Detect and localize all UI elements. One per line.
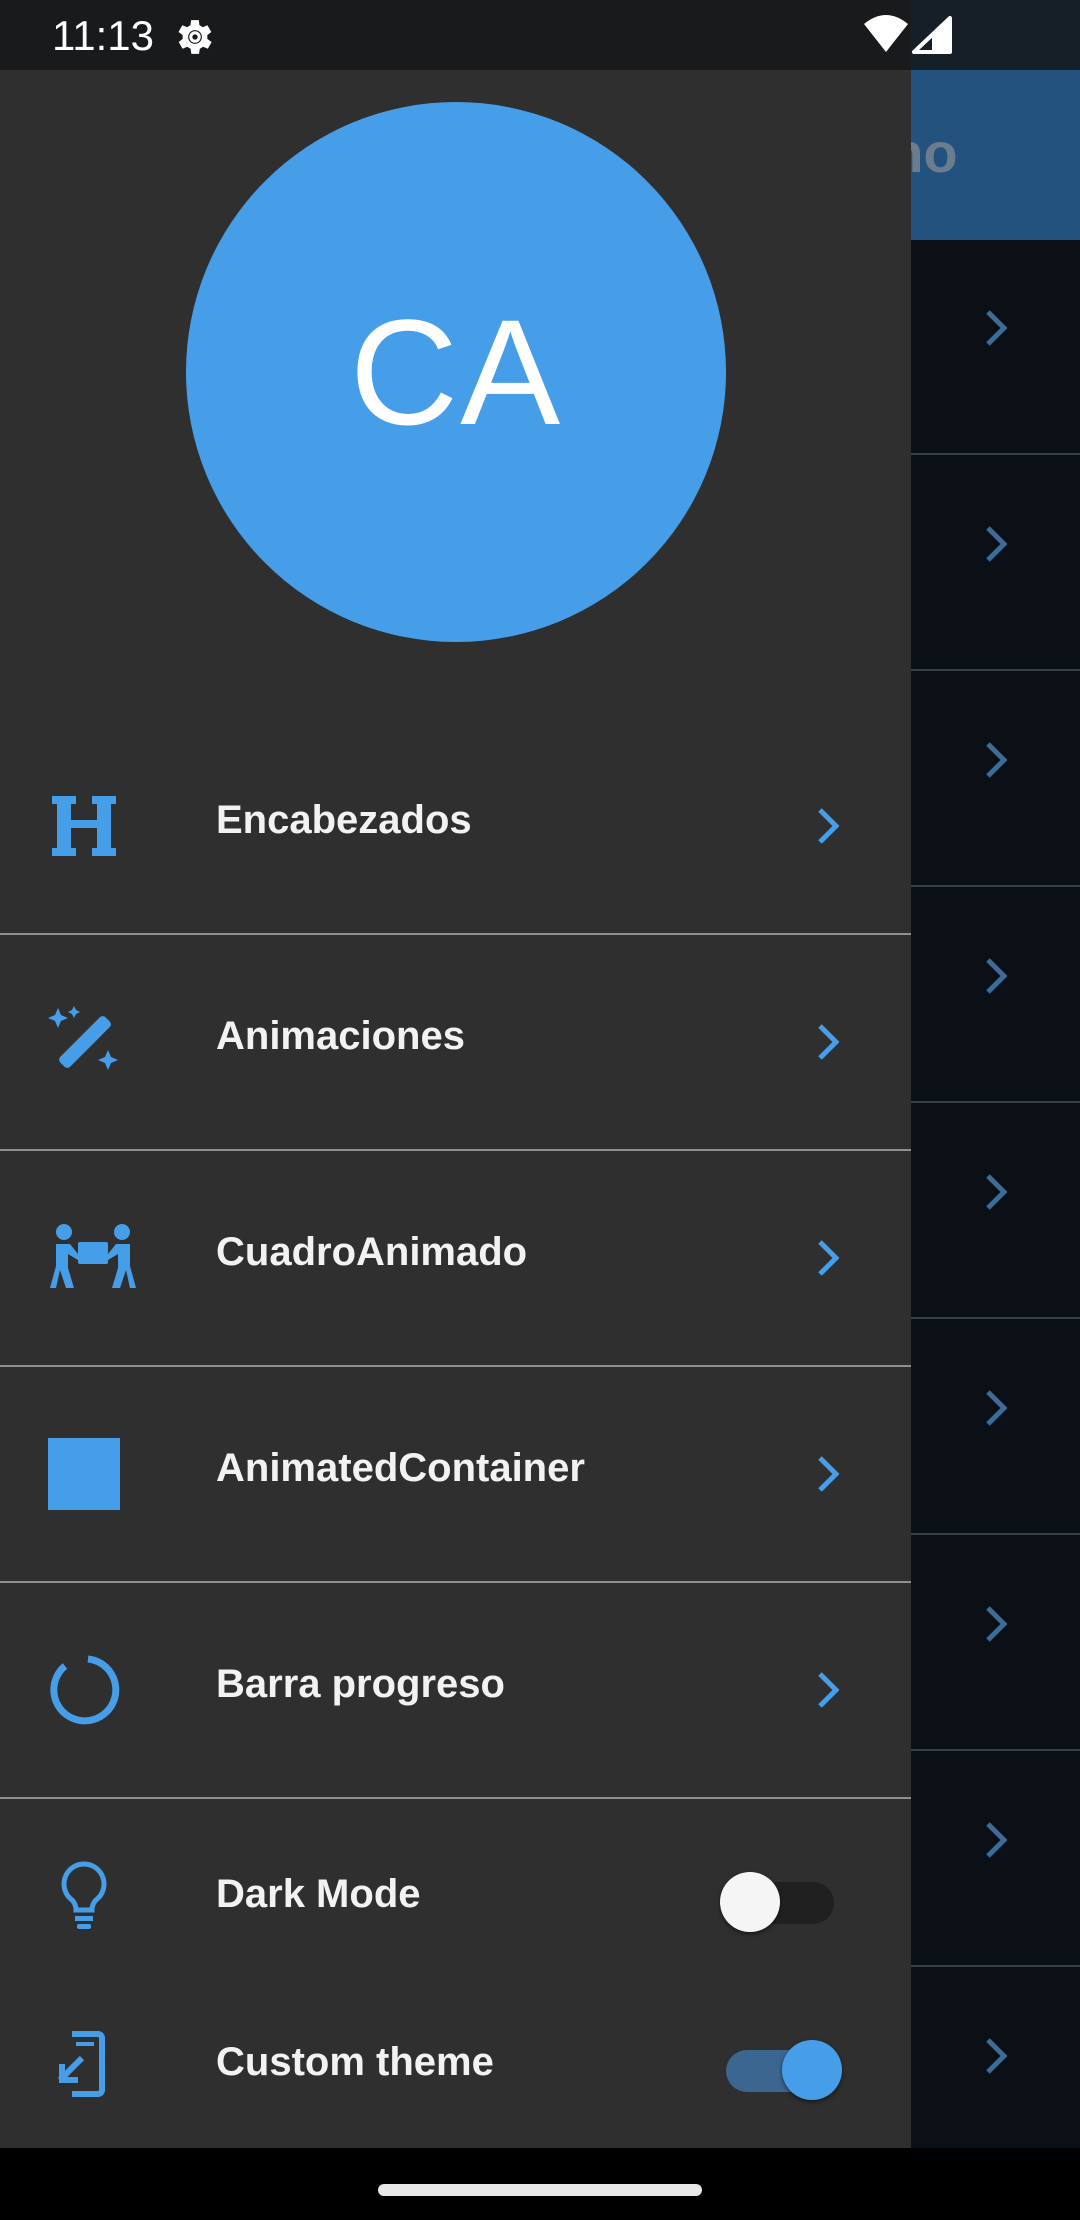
- switch-thumb: [720, 1872, 780, 1932]
- heading-icon: [52, 796, 116, 856]
- switch-thumb: [782, 2040, 842, 2100]
- chevron-right-icon: [818, 1672, 840, 1708]
- people-carry-box-icon: [50, 1224, 136, 1288]
- toggle-row-dark-mode: Dark Mode: [0, 1826, 911, 1966]
- chevron-right-icon: [986, 310, 1008, 346]
- menu-item-label: CuadroAnimado: [216, 1230, 528, 1274]
- chevron-right-icon: [986, 742, 1008, 778]
- chevron-right-icon: [818, 1240, 840, 1276]
- chevron-right-icon: [986, 2038, 1008, 2074]
- avatar-initials: CA: [349, 287, 563, 456]
- dark-mode-switch[interactable]: [720, 1868, 840, 1932]
- magic-wand-icon: [48, 1006, 120, 1070]
- menu-item-label: Barra progreso: [216, 1662, 505, 1706]
- navigation-drawer: CA Encabezados Animaciones CuadroAnimado: [0, 0, 911, 2148]
- menu-item-animatedcontainer[interactable]: AnimatedContainer: [0, 1368, 911, 1583]
- lightbulb-icon: [61, 1861, 107, 1929]
- phone-login-icon: [57, 2031, 105, 2097]
- chevron-right-icon: [818, 1024, 840, 1060]
- custom-theme-switch[interactable]: [720, 2036, 842, 2100]
- chevron-right-icon: [986, 526, 1008, 562]
- menu-item-encabezados[interactable]: Encabezados: [0, 720, 911, 935]
- toggle-row-custom-theme: Custom theme: [0, 1994, 911, 2134]
- menu-item-label: Encabezados: [216, 798, 472, 842]
- menu-item-cuadroanimado[interactable]: CuadroAnimado: [0, 1152, 911, 1367]
- toggle-label: Dark Mode: [216, 1872, 421, 1916]
- chevron-right-icon: [986, 958, 1008, 994]
- home-gesture-handle[interactable]: [378, 2184, 702, 2196]
- square-icon: [48, 1438, 120, 1510]
- chevron-right-icon: [818, 1456, 840, 1492]
- menu-item-animaciones[interactable]: Animaciones: [0, 936, 911, 1151]
- system-navigation-bar: [0, 2148, 1080, 2220]
- avatar[interactable]: CA: [186, 102, 726, 642]
- chevron-right-icon: [818, 808, 840, 844]
- menu-item-label: AnimatedContainer: [216, 1446, 585, 1490]
- menu-item-label: Animaciones: [216, 1014, 465, 1058]
- menu-item-barra-progreso[interactable]: Barra progreso: [0, 1584, 911, 1799]
- wifi-icon: [864, 15, 908, 52]
- chevron-right-icon: [986, 1606, 1008, 1642]
- chevron-right-icon: [986, 1174, 1008, 1210]
- chevron-right-icon: [986, 1822, 1008, 1858]
- toggle-label: Custom theme: [216, 2040, 494, 2084]
- signal-icon: [912, 16, 952, 54]
- chevron-right-icon: [986, 1390, 1008, 1426]
- status-bar: 11:13: [0, 0, 1080, 70]
- status-time: 11:13: [52, 12, 154, 59]
- gear-icon: [178, 20, 212, 54]
- circle-progress-icon: [50, 1655, 120, 1725]
